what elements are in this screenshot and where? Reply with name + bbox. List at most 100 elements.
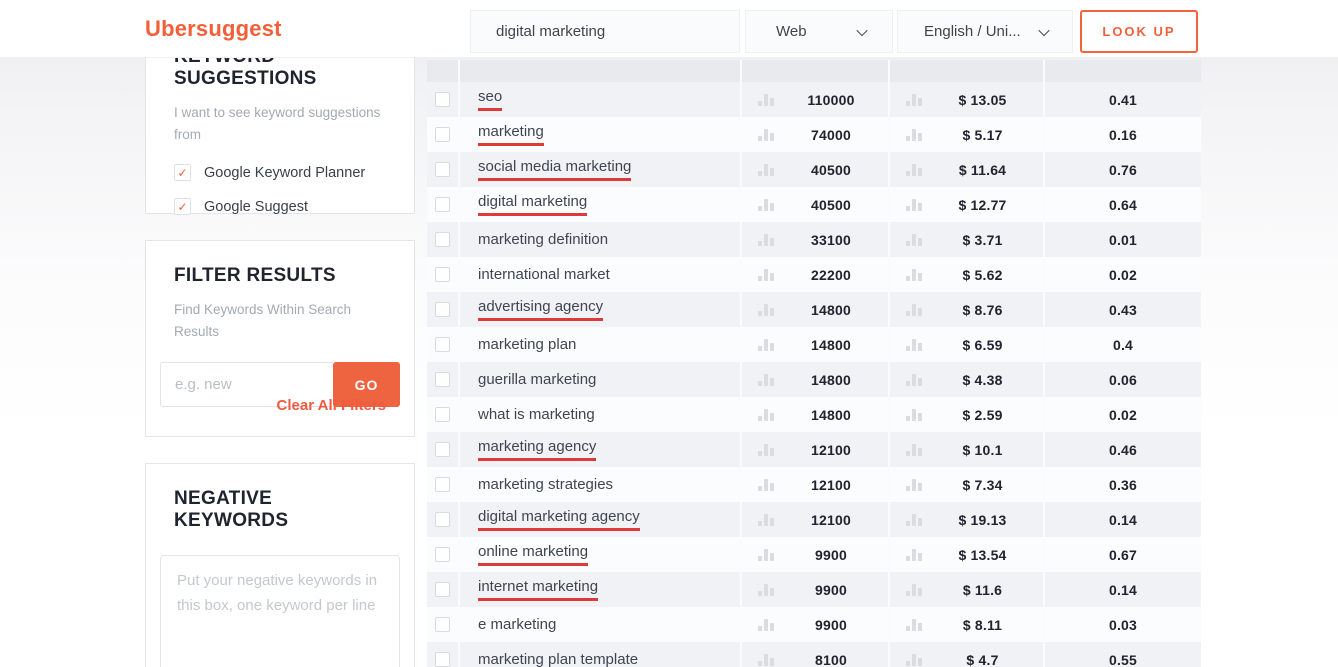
look-up-button[interactable]: LOOK UP	[1080, 10, 1198, 53]
clear-all-filters-link[interactable]: Clear All Filters	[277, 397, 386, 414]
volume-cell: 14800	[742, 362, 890, 397]
bar-chart-icon	[906, 549, 922, 561]
keyword-search-input[interactable]	[471, 11, 739, 52]
cpc-value: $ 13.54	[922, 547, 1043, 563]
cpc-cell: $ 5.17	[890, 117, 1045, 152]
cpc-value: $ 8.11	[922, 617, 1043, 633]
keyword-link[interactable]: social media marketing	[478, 158, 631, 181]
competition-cell: 0.14	[1045, 502, 1201, 537]
suggestion-source-option[interactable]: ✓ Google Keyword Planner	[174, 164, 386, 181]
row-checkbox-cell	[427, 397, 460, 432]
chevron-down-icon	[856, 24, 867, 35]
keyword-link[interactable]: marketing definition	[478, 231, 608, 248]
search-type-select[interactable]: Web	[745, 10, 893, 53]
volume-value: 14800	[774, 407, 888, 423]
row-checkbox[interactable]	[435, 617, 450, 632]
row-checkbox[interactable]	[435, 337, 450, 352]
keyword-link[interactable]: advertising agency	[478, 298, 603, 321]
keyword-link[interactable]: marketing plan template	[478, 651, 638, 667]
bar-chart-icon	[758, 514, 774, 526]
ubersuggest-logo[interactable]: Ubersuggest	[145, 16, 282, 42]
keyword-link[interactable]: marketing	[478, 123, 544, 146]
keyword-link[interactable]: international market	[478, 266, 610, 283]
cpc-value: $ 6.59	[922, 337, 1043, 353]
volume-cell: 12100	[742, 432, 890, 467]
filter-results-title: FILTER RESULTS	[174, 265, 386, 287]
keyword-link[interactable]: online marketing	[478, 543, 588, 566]
row-checkbox[interactable]	[435, 652, 450, 667]
row-checkbox[interactable]	[435, 442, 450, 457]
competition-cell: 0.06	[1045, 362, 1201, 397]
keyword-cell: seo	[460, 82, 742, 117]
volume-value: 14800	[774, 337, 888, 353]
table-row: marketing definition 33100 $ 3.71 0.01	[427, 222, 1201, 257]
row-checkbox-cell	[427, 502, 460, 537]
row-checkbox[interactable]	[435, 197, 450, 212]
row-checkbox[interactable]	[435, 547, 450, 562]
keyword-link[interactable]: marketing strategies	[478, 476, 613, 493]
competition-cell: 0.43	[1045, 292, 1201, 327]
negative-keywords-textarea[interactable]	[160, 555, 400, 667]
cpc-cell: $ 8.76	[890, 292, 1045, 327]
row-checkbox[interactable]	[435, 582, 450, 597]
row-checkbox[interactable]	[435, 512, 450, 527]
keyword-link[interactable]: what is marketing	[478, 406, 595, 423]
competition-value: 0.67	[1109, 547, 1137, 563]
cpc-value: $ 5.17	[922, 127, 1043, 143]
row-checkbox[interactable]	[435, 407, 450, 422]
competition-value: 0.76	[1109, 162, 1137, 178]
table-header-cpc-col	[890, 60, 1045, 82]
bar-chart-icon	[758, 199, 774, 211]
table-row: online marketing 9900 $ 13.54 0.67	[427, 537, 1201, 572]
volume-cell: 14800	[742, 397, 890, 432]
keyword-link[interactable]: digital marketing agency	[478, 508, 640, 531]
volume-value: 8100	[774, 652, 888, 667]
suggestion-sources: ✓ Google Keyword Planner ✓ Google Sugges…	[174, 164, 386, 215]
bar-chart-icon	[758, 549, 774, 561]
row-checkbox-cell	[427, 607, 460, 642]
checked-checkbox[interactable]: ✓	[174, 198, 191, 215]
keyword-link[interactable]: internet marketing	[478, 578, 598, 601]
table-header-volume-col	[742, 60, 890, 82]
suggestion-source-option[interactable]: ✓ Google Suggest	[174, 198, 386, 215]
competition-cell: 0.4	[1045, 327, 1201, 362]
table-header-row	[427, 60, 1201, 82]
keyword-link[interactable]: marketing plan	[478, 336, 576, 353]
bar-chart-icon	[906, 129, 922, 141]
row-checkbox[interactable]	[435, 127, 450, 142]
row-checkbox[interactable]	[435, 302, 450, 317]
bar-chart-icon	[758, 409, 774, 421]
row-checkbox[interactable]	[435, 372, 450, 387]
keyword-cell: guerilla marketing	[460, 362, 742, 397]
keyword-cell: social media marketing	[460, 152, 742, 187]
language-region-select[interactable]: English / Uni...	[897, 10, 1073, 53]
row-checkbox-cell	[427, 362, 460, 397]
row-checkbox[interactable]	[435, 477, 450, 492]
keyword-link[interactable]: digital marketing	[478, 193, 587, 216]
checked-checkbox[interactable]: ✓	[174, 164, 191, 181]
competition-value: 0.14	[1109, 582, 1137, 598]
cpc-cell: $ 11.64	[890, 152, 1045, 187]
bar-chart-icon	[906, 339, 922, 351]
keyword-link[interactable]: seo	[478, 88, 502, 111]
keyword-link[interactable]: marketing agency	[478, 438, 596, 461]
volume-value: 12100	[774, 477, 888, 493]
bar-chart-icon	[758, 654, 774, 666]
keyword-link[interactable]: e marketing	[478, 616, 556, 633]
row-checkbox[interactable]	[435, 92, 450, 107]
cpc-cell: $ 12.77	[890, 187, 1045, 222]
competition-cell: 0.55	[1045, 642, 1201, 667]
volume-cell: 9900	[742, 537, 890, 572]
bar-chart-icon	[758, 584, 774, 596]
table-row: marketing strategies 12100 $ 7.34 0.36	[427, 467, 1201, 502]
row-checkbox[interactable]	[435, 267, 450, 282]
volume-value: 14800	[774, 302, 888, 318]
volume-value: 9900	[774, 547, 888, 563]
cpc-cell: $ 4.7	[890, 642, 1045, 667]
keyword-search-field	[470, 10, 740, 53]
row-checkbox-cell	[427, 292, 460, 327]
row-checkbox[interactable]	[435, 162, 450, 177]
keyword-link[interactable]: guerilla marketing	[478, 371, 596, 388]
competition-value: 0.14	[1109, 512, 1137, 528]
row-checkbox[interactable]	[435, 232, 450, 247]
